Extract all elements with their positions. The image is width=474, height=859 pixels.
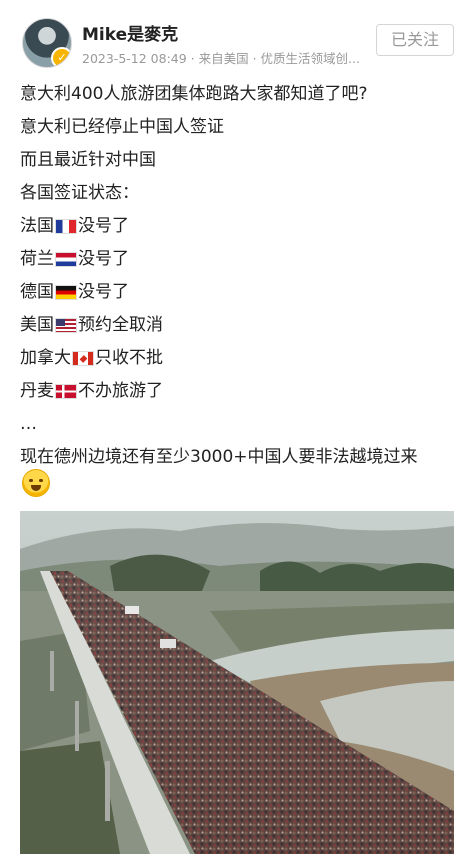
ellipsis: … bbox=[20, 414, 37, 434]
denmark-flag-icon bbox=[55, 384, 77, 399]
netherlands-flag-icon bbox=[55, 252, 77, 267]
visa-status: 没号了 bbox=[78, 282, 129, 302]
text-line: 而且最近针对中国 bbox=[20, 150, 156, 170]
author-name[interactable]: Mike是麥克 bbox=[82, 20, 178, 45]
country-name: 加拿大 bbox=[20, 348, 71, 368]
text-line: 各国签证状态： bbox=[20, 183, 139, 203]
visa-status: 没号了 bbox=[78, 249, 129, 269]
post-header: ✓ Mike是麥克 2023-5-12 08:49 · 来自美国 · 优质生活领… bbox=[0, 0, 474, 78]
post-meta: 2023-5-12 08:49 · 来自美国 · 优质生活领域创... bbox=[82, 51, 360, 66]
country-name: 美国 bbox=[20, 315, 54, 335]
follow-button[interactable]: 已关注 bbox=[376, 24, 454, 56]
country-name: 德国 bbox=[20, 282, 54, 302]
country-name: 荷兰 bbox=[20, 249, 54, 269]
visa-line-france: 法国 没号了 bbox=[20, 210, 460, 243]
country-name: 法国 bbox=[20, 216, 54, 236]
visa-line-canada: 加拿大 只收不批 bbox=[20, 342, 460, 375]
text-line: 意大利已经停止中国人签证 bbox=[20, 117, 224, 137]
visa-line-germany: 德国 没号了 bbox=[20, 276, 460, 309]
visa-line-denmark: 丹麦 不办旅游了 bbox=[20, 375, 460, 408]
germany-flag-icon bbox=[55, 285, 77, 300]
visa-line-netherlands: 荷兰 没号了 bbox=[20, 243, 460, 276]
visa-status: 没号了 bbox=[78, 216, 129, 236]
country-name: 丹麦 bbox=[20, 381, 54, 401]
text-line: 现在德州边境还有至少3000+中国人要非法越境过来 bbox=[20, 447, 418, 467]
text-line: 意大利400人旅游团集体跑路大家都知道了吧? bbox=[20, 84, 368, 104]
crying-face-icon bbox=[22, 469, 50, 497]
canada-flag-icon bbox=[72, 351, 94, 366]
visa-status: 只收不批 bbox=[95, 348, 163, 368]
visa-status: 不办旅游了 bbox=[78, 381, 163, 401]
crowd-on-bridge-photo[interactable] bbox=[20, 511, 454, 854]
visa-status: 预约全取消 bbox=[78, 315, 163, 335]
usa-flag-icon bbox=[55, 318, 77, 333]
france-flag-icon bbox=[55, 219, 77, 234]
post-body: 意大利400人旅游团集体跑路大家都知道了吧? 意大利已经停止中国人签证 而且最近… bbox=[20, 78, 460, 474]
avatar[interactable]: ✓ bbox=[22, 18, 72, 68]
verified-badge-icon: ✓ bbox=[51, 47, 71, 67]
visa-line-usa: 美国 预约全取消 bbox=[20, 309, 460, 342]
